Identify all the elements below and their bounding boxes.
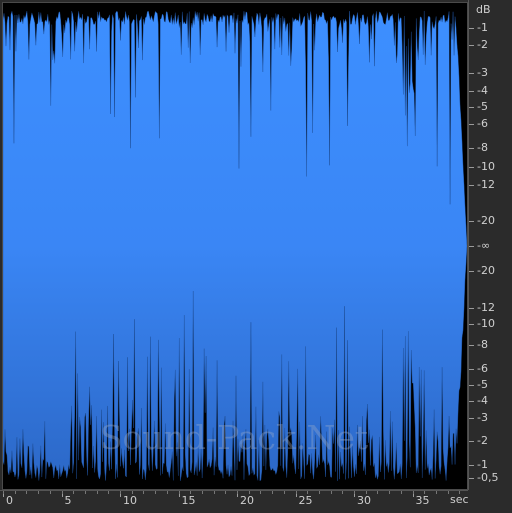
db-scale: -1 -2 -3 -4 -5 -6 -8 -10 -12 -20 -∞ -20 -12 -10 -8 -6 -5… [468,0,512,490]
time-tick-label: 15 [181,494,196,507]
db-tick-mark [469,28,474,29]
waveform-graph [3,10,467,482]
time-minor-tick [190,491,192,494]
time-minor-tick [3,491,4,494]
db-tick-mark [469,185,474,186]
time-tick-label: 30 [357,494,371,507]
time-tick-label: 0 [6,494,13,507]
db-tick-label: -4 [477,394,488,407]
db-tick-label: -1 [477,21,488,34]
time-minor-tick [213,491,215,494]
db-tick-mark [469,167,474,168]
db-tick-mark [469,221,474,222]
time-minor-tick [400,491,402,494]
time-minor-tick [389,491,391,494]
time-minor-tick [248,491,250,494]
db-tick-label: -12 [477,178,495,191]
time-minor-tick [330,491,332,494]
db-tick-mark [469,271,474,272]
time-minor-tick [260,491,262,494]
db-tick-label: -0,5 [477,471,499,484]
time-minor-tick [131,491,133,494]
time-minor-tick [201,491,203,494]
time-minor-tick [61,491,63,494]
waveform-viewer: dB -1 -2 -3 -4 -5 -6 -8 -10 -12 -20 -∞ -20 -12 -10 -8-… [0,0,512,512]
db-tick-label: -2 [477,38,488,51]
db-tick-mark [469,73,474,74]
db-tick-mark [469,45,474,46]
db-tick-label: -2 [477,434,488,447]
db-tick-mark [469,308,474,309]
db-tick-mark [469,478,474,479]
db-tick-label: -3 [477,411,488,424]
time-tick-label: 25 [298,494,313,507]
db-tick-mark [469,418,474,419]
time-minor-tick [120,491,121,494]
db-tick-mark [469,124,474,125]
db-tick-mark [469,148,474,149]
time-tick-label: 10 [123,494,137,507]
time-minor-tick [237,491,238,494]
time-minor-tick [424,491,426,494]
waveform-plot[interactable] [2,2,468,490]
time-minor-tick [354,491,355,494]
time-minor-tick [225,491,227,494]
db-tick-mark [469,345,474,346]
db-tick-mark [469,385,474,386]
db-tick-label: -8 [477,141,488,154]
db-tick-label: -8 [477,338,488,351]
time-minor-tick [365,491,367,494]
db-tick-label: -10 [477,317,495,330]
db-tick-label: -3 [477,66,488,79]
time-minor-tick [108,491,110,494]
time-minor-tick [283,491,285,494]
db-tick-mark [469,441,474,442]
db-tick-mark [469,369,474,370]
db-tick-label: -6 [477,117,488,130]
time-minor-tick [96,491,98,494]
db-tick-label: -10 [477,160,495,173]
time-minor-tick [272,491,274,494]
db-tick-mark [469,107,474,108]
db-tick-mark [469,91,474,92]
db-tick-label: -4 [477,84,488,97]
time-tick-label: 20 [240,494,254,507]
time-minor-tick [447,491,449,494]
time-minor-tick [38,491,40,494]
time-minor-tick [318,491,320,494]
db-tick-label: -5 [477,378,488,391]
time-scale: 0 5 10 15 20 25 30 35 [0,490,468,513]
db-tick-mark [469,324,474,325]
time-tick-label: 5 [64,494,72,507]
db-tick-label: -1 [477,458,488,471]
time-tick-label: 35 [415,494,430,507]
time-minor-tick [178,491,180,494]
time-minor-tick [342,491,344,494]
db-tick-label: -6 [477,362,488,375]
db-tick-mark [469,401,474,402]
time-minor-tick [307,491,309,494]
db-tick-label: -20 [477,264,495,277]
db-tick-label: -5 [477,100,488,113]
time-minor-tick [49,491,51,494]
time-minor-tick [155,491,157,494]
db-tick-mark [469,465,474,466]
time-minor-tick [84,491,86,494]
time-minor-tick [435,491,437,494]
time-minor-tick [14,491,16,494]
time-minor-tick [26,491,28,494]
waveform-body [3,10,467,482]
time-minor-tick [166,491,168,494]
db-tick-label: -∞ [477,239,491,252]
db-tick-label: -20 [477,214,495,227]
time-unit-label: sec [450,493,469,506]
db-tick-label: -12 [477,301,495,314]
time-minor-tick [412,491,414,494]
time-minor-tick [295,491,297,494]
db-tick-mark [469,246,474,247]
time-minor-tick [73,491,75,494]
time-minor-tick [377,491,379,494]
time-minor-tick [143,491,145,494]
